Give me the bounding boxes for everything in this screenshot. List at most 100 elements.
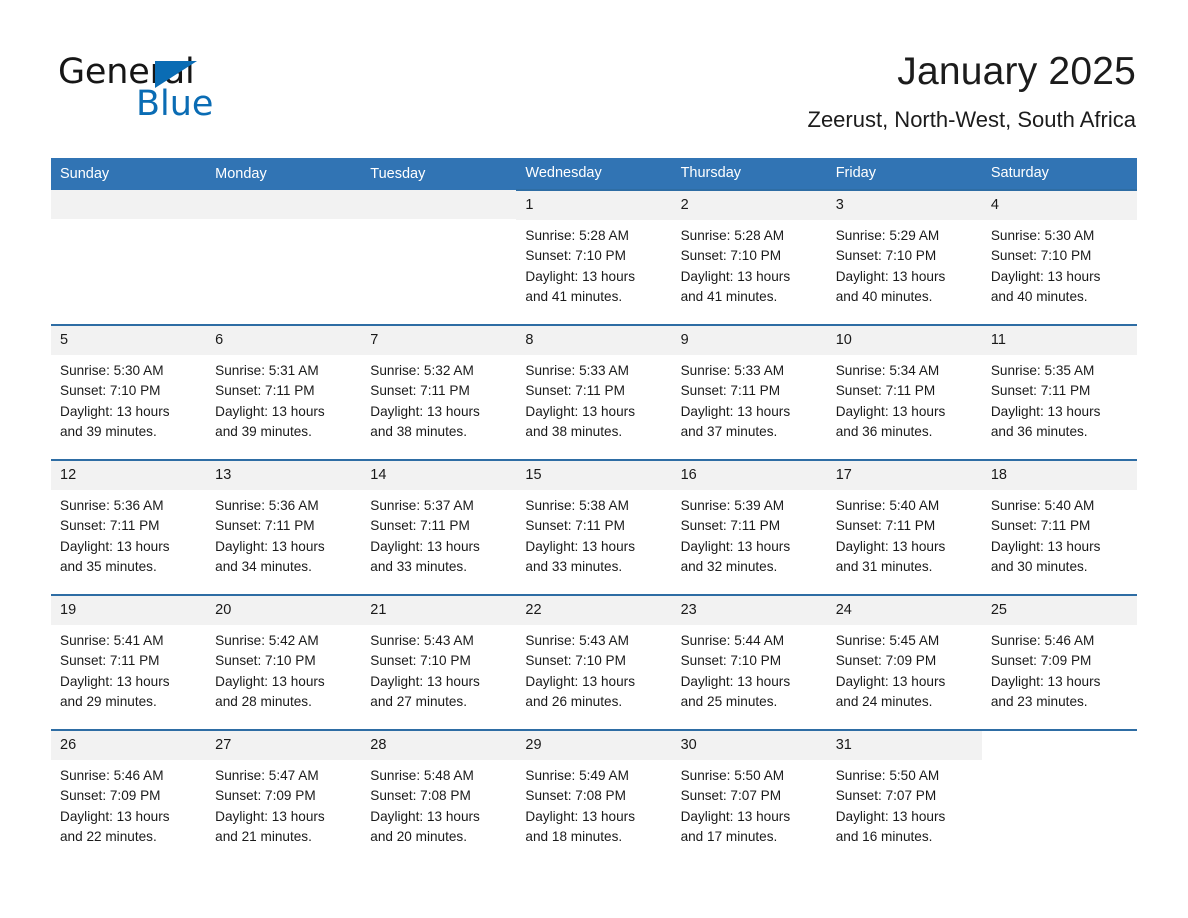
calendar-day-cell[interactable]: 2 Sunrise: 5:28 AM Sunset: 7:10 PM Daylight… xyxy=(671,189,827,325)
sunrise-text: Sunrise: 5:36 AM xyxy=(215,498,319,513)
day-number: 1 xyxy=(516,191,672,220)
day-number xyxy=(361,190,517,219)
daylight-text-line2: and 29 minutes. xyxy=(60,693,157,709)
calendar-header-row: Sunday Monday Tuesday Wednesday Thursday Frid… xyxy=(51,158,1137,190)
daylight-text-line1: Daylight: 13 hours xyxy=(680,268,791,284)
sunrise-text: Sunrise: 5:50 AM xyxy=(680,768,785,783)
calendar-day-cell[interactable]: 21 Sunrise: 5:43 AM Sunset: 7:10 PM Dayligh… xyxy=(361,594,517,730)
sunset-text: Sunset: 7:11 PM xyxy=(60,653,160,669)
sunset-text: Sunset: 7:11 PM xyxy=(680,518,781,534)
calendar-day-cell[interactable]: 11 Sunrise: 5:35 AM Sunset: 7:11 PM Dayligh… xyxy=(981,324,1137,460)
calendar-day-cell[interactable]: 29 Sunrise: 5:49 AM Sunset: 7:08 PM Dayligh… xyxy=(516,729,672,865)
daylight-text-line2: and 39 minutes. xyxy=(60,423,157,439)
calendar-day-cell[interactable]: 31 Sunrise: 5:50 AM Sunset: 7:07 PM Dayligh… xyxy=(826,729,982,865)
day-details: Sunrise: 5:50 AM Sunset: 7:07 PM Daylight:… xyxy=(672,760,827,847)
daylight-text-line1: Daylight: 13 hours xyxy=(370,808,480,824)
daylight-text-line1: Daylight: 13 hours xyxy=(525,538,635,554)
daylight-text-line2: and 36 minutes. xyxy=(990,423,1088,439)
calendar-day-cell[interactable]: 3 Sunrise: 5:29 AM Sunset: 7:10 PM Daylight… xyxy=(826,189,982,325)
calendar-day-cell[interactable]: 24 Sunrise: 5:45 AM Sunset: 7:09 PM Dayligh… xyxy=(826,594,982,730)
daylight-text-line2: and 24 minutes. xyxy=(835,693,933,709)
weekday-header-tuesday: Tuesday xyxy=(361,158,517,190)
calendar-day-cell[interactable]: 28 Sunrise: 5:48 AM Sunset: 7:08 PM Dayligh… xyxy=(361,729,517,865)
sunrise-text: Sunrise: 5:37 AM xyxy=(370,498,474,513)
sunrise-text: Sunrise: 5:43 AM xyxy=(525,633,629,648)
daylight-text-line2: and 28 minutes. xyxy=(215,693,312,709)
sunset-text: Sunset: 7:11 PM xyxy=(835,518,936,534)
calendar-day-cell[interactable]: 14 Sunrise: 5:37 AM Sunset: 7:11 PM Dayligh… xyxy=(361,459,517,595)
calendar-day-cell[interactable]: 5 Sunrise: 5:30 AM Sunset: 7:10 PM Daylight… xyxy=(51,324,207,460)
sunrise-text: Sunrise: 5:46 AM xyxy=(60,768,164,783)
daylight-text-line2: and 25 minutes. xyxy=(680,693,778,709)
day-number: 26 xyxy=(51,731,207,760)
day-number: 15 xyxy=(516,461,672,490)
calendar-day-cell[interactable]: 22 Sunrise: 5:43 AM Sunset: 7:10 PM Dayligh… xyxy=(516,594,672,730)
day-number: 28 xyxy=(361,731,517,760)
daylight-text-line2: and 22 minutes. xyxy=(60,828,157,844)
calendar-day-cell[interactable]: 27 Sunrise: 5:47 AM Sunset: 7:09 PM Dayligh… xyxy=(206,729,362,865)
sunrise-text: Sunrise: 5:32 AM xyxy=(370,363,474,378)
calendar-day-cell[interactable]: 18 Sunrise: 5:40 AM Sunset: 7:11 PM Dayligh… xyxy=(981,459,1137,595)
sunset-text: Sunset: 7:10 PM xyxy=(370,653,471,669)
page-title: January 2025 xyxy=(897,50,1136,93)
sunrise-text: Sunrise: 5:40 AM xyxy=(990,498,1095,513)
calendar-day-cell[interactable]: 26 Sunrise: 5:46 AM Sunset: 7:09 PM Dayligh… xyxy=(51,729,207,865)
day-number: 10 xyxy=(826,326,982,355)
daylight-text-line1: Daylight: 13 hours xyxy=(990,673,1101,689)
calendar-day-cell[interactable]: 30 Sunrise: 5:50 AM Sunset: 7:07 PM Dayligh… xyxy=(671,729,827,865)
day-details: Sunrise: 5:44 AM Sunset: 7:10 PM Daylight:… xyxy=(672,625,827,712)
calendar-day-cell[interactable]: 16 Sunrise: 5:39 AM Sunset: 7:11 PM Dayligh… xyxy=(671,459,827,595)
day-details: Sunrise: 5:33 AM Sunset: 7:11 PM Daylight:… xyxy=(516,355,671,442)
weekday-header-wednesday: Wednesday xyxy=(516,158,672,190)
daylight-text-line1: Daylight: 13 hours xyxy=(680,403,791,419)
daylight-text-line1: Daylight: 13 hours xyxy=(990,268,1101,284)
daylight-text-line1: Daylight: 13 hours xyxy=(835,673,946,689)
day-number: 5 xyxy=(51,326,207,355)
generalblue-logo[interactable]: General Blue xyxy=(58,53,378,133)
daylight-text-line2: and 31 minutes. xyxy=(835,558,933,574)
daylight-text-line2: and 33 minutes. xyxy=(525,558,623,574)
sunset-text: Sunset: 7:09 PM xyxy=(990,653,1092,669)
daylight-text-line1: Daylight: 13 hours xyxy=(215,673,325,689)
day-number: 22 xyxy=(516,596,672,625)
sunset-text: Sunset: 7:10 PM xyxy=(990,248,1092,264)
calendar-day-cell[interactable]: 10 Sunrise: 5:34 AM Sunset: 7:11 PM Dayligh… xyxy=(826,324,982,460)
weekday-header-saturday: Saturday xyxy=(981,158,1137,190)
calendar-day-cell[interactable]: 19 Sunrise: 5:41 AM Sunset: 7:11 PM Dayligh… xyxy=(51,594,207,730)
day-number: 4 xyxy=(981,191,1137,220)
calendar-day-cell[interactable]: 1 Sunrise: 5:28 AM Sunset: 7:10 PM Daylight… xyxy=(516,189,672,325)
calendar-day-cell[interactable]: 17 Sunrise: 5:40 AM Sunset: 7:11 PM Dayligh… xyxy=(826,459,982,595)
calendar-day-cell[interactable]: 9 Sunrise: 5:33 AM Sunset: 7:11 PM Daylight… xyxy=(671,324,827,460)
day-number xyxy=(981,731,1137,760)
calendar-day-cell[interactable]: 20 Sunrise: 5:42 AM Sunset: 7:10 PM Dayligh… xyxy=(206,594,362,730)
calendar-day-cell[interactable]: 4 Sunrise: 5:30 AM Sunset: 7:10 PM Daylight… xyxy=(981,189,1137,325)
day-number xyxy=(51,190,207,219)
calendar-day-cell[interactable]: 23 Sunrise: 5:44 AM Sunset: 7:10 PM Dayligh… xyxy=(671,594,827,730)
sunrise-text: Sunrise: 5:42 AM xyxy=(215,633,319,648)
calendar-cell-empty xyxy=(361,190,517,325)
sunset-text: Sunset: 7:07 PM xyxy=(680,788,782,804)
calendar-day-cell[interactable]: 15 Sunrise: 5:38 AM Sunset: 7:11 PM Dayligh… xyxy=(516,459,672,595)
day-details: Sunrise: 5:36 AM Sunset: 7:11 PM Daylight:… xyxy=(51,490,206,577)
day-details: Sunrise: 5:41 AM Sunset: 7:11 PM Daylight:… xyxy=(51,625,206,712)
calendar-day-cell[interactable]: 7 Sunrise: 5:32 AM Sunset: 7:11 PM Daylight… xyxy=(361,324,517,460)
calendar-day-cell[interactable]: 12 Sunrise: 5:36 AM Sunset: 7:11 PM Dayligh… xyxy=(51,459,207,595)
day-number: 23 xyxy=(671,596,827,625)
day-details: Sunrise: 5:28 AM Sunset: 7:10 PM Daylight:… xyxy=(672,220,827,307)
calendar-day-cell[interactable]: 8 Sunrise: 5:33 AM Sunset: 7:11 PM Daylight… xyxy=(516,324,672,460)
daylight-text-line1: Daylight: 13 hours xyxy=(60,403,170,419)
calendar-day-cell[interactable]: 25 Sunrise: 5:46 AM Sunset: 7:09 PM Dayligh… xyxy=(981,594,1137,730)
sunset-text: Sunset: 7:11 PM xyxy=(835,383,936,399)
sunset-text: Sunset: 7:09 PM xyxy=(215,788,316,804)
daylight-text-line1: Daylight: 13 hours xyxy=(525,808,635,824)
day-details: Sunrise: 5:46 AM Sunset: 7:09 PM Daylight:… xyxy=(982,625,1137,712)
day-number: 27 xyxy=(206,731,362,760)
calendar-cell-empty xyxy=(51,190,207,325)
calendar-day-cell[interactable]: 13 Sunrise: 5:36 AM Sunset: 7:11 PM Dayligh… xyxy=(206,459,362,595)
sunrise-text: Sunrise: 5:50 AM xyxy=(835,768,940,783)
calendar-day-cell[interactable]: 6 Sunrise: 5:31 AM Sunset: 7:11 PM Daylight… xyxy=(206,324,362,460)
sunrise-text: Sunrise: 5:49 AM xyxy=(525,768,629,783)
sunset-text: Sunset: 7:11 PM xyxy=(60,518,160,534)
sunrise-text: Sunrise: 5:45 AM xyxy=(835,633,940,648)
sunset-text: Sunset: 7:10 PM xyxy=(835,248,937,264)
